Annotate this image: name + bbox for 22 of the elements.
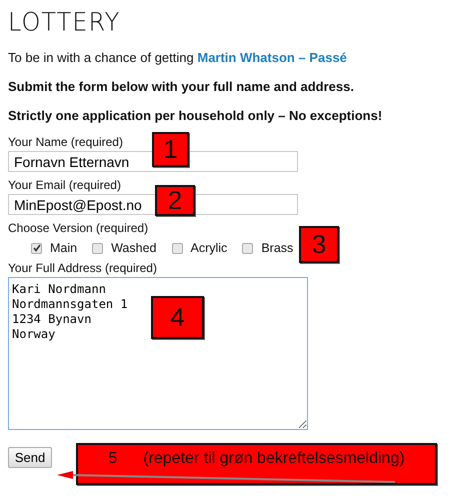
checkbox[interactable] — [172, 242, 182, 254]
checkbox-label: Washed — [111, 241, 156, 255]
callout-text: (repeter til grøn bekreftelsesmelding) — [143, 450, 405, 468]
notice-text: Strictly one application per household only – No exceptions! — [8, 108, 384, 123]
product-link[interactable]: Martin Whatson – Passé — [197, 50, 347, 65]
callout-number: 3 — [312, 229, 326, 260]
checkbox-label: Brass — [261, 241, 294, 255]
field-label: Your Name (required) — [8, 135, 123, 149]
callout-number: 5 — [108, 450, 118, 468]
checkbox[interactable] — [242, 242, 254, 254]
page-title: LOTTERY — [8, 7, 120, 37]
notice-text: Submit the form below with your full name and address. — [8, 79, 355, 94]
checkbox[interactable] — [92, 242, 104, 254]
intro-text: To be in with a chance of getting Martin Whatson – Passé — [8, 50, 348, 65]
callout-number: 4 — [170, 302, 185, 333]
field-label: Your Full Address (required) — [8, 261, 157, 275]
checkbox-label: Main — [50, 241, 78, 255]
field-label: Choose Version (required) — [8, 221, 148, 235]
checkbox-label: Acrylic — [190, 241, 228, 255]
field-label: Your Email (required) — [8, 178, 121, 192]
checkbox[interactable] — [31, 242, 42, 254]
send-button[interactable]: Send — [8, 447, 52, 468]
